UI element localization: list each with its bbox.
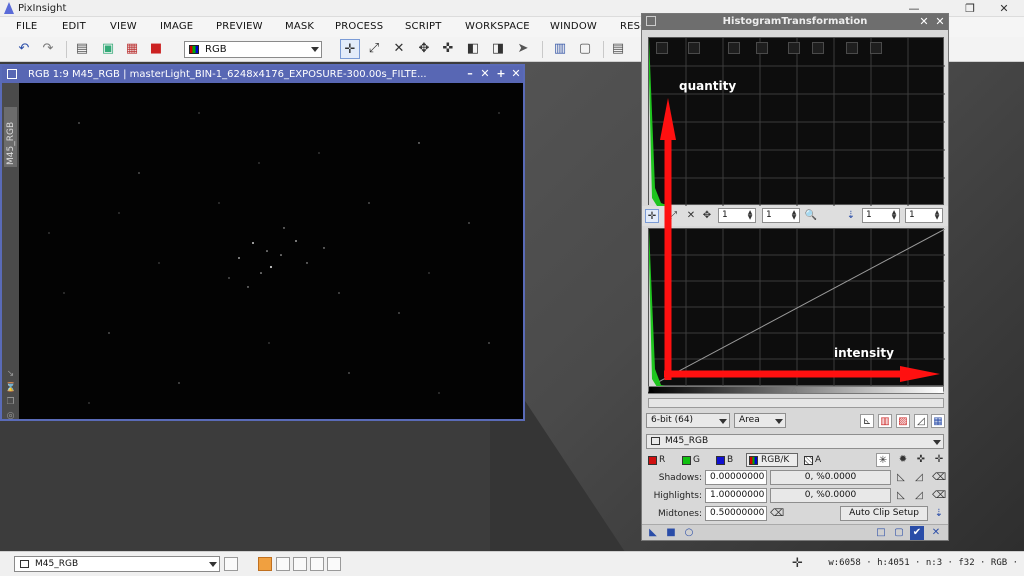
mask-swatch-4[interactable] bbox=[310, 557, 324, 571]
crosshair-icon: ✛ bbox=[792, 556, 803, 571]
quantity-arrow-head bbox=[660, 98, 676, 140]
status-bar: M45_RGB ✛ w:6058 · h:4051 · n:3 · f32 · … bbox=[0, 551, 1024, 576]
view-options-icon[interactable] bbox=[224, 557, 238, 571]
image-info-readout: w:6058 · h:4051 · n:3 · f32 · RGB · bbox=[828, 558, 1018, 568]
mask-swatch-5[interactable] bbox=[327, 557, 341, 571]
active-view-value: M45_RGB bbox=[35, 559, 79, 569]
view-icon bbox=[20, 560, 29, 568]
annotation-overlay bbox=[660, 98, 940, 382]
mask-swatch-3[interactable] bbox=[293, 557, 307, 571]
intensity-annotation: intensity bbox=[834, 346, 894, 360]
chevron-down-icon bbox=[209, 562, 217, 567]
active-view-select[interactable]: M45_RGB bbox=[14, 556, 220, 572]
intensity-arrow-head bbox=[900, 366, 940, 382]
quantity-annotation: quantity bbox=[679, 79, 737, 93]
mask-color-swatch[interactable] bbox=[258, 557, 272, 571]
mask-swatch-2[interactable] bbox=[276, 557, 290, 571]
